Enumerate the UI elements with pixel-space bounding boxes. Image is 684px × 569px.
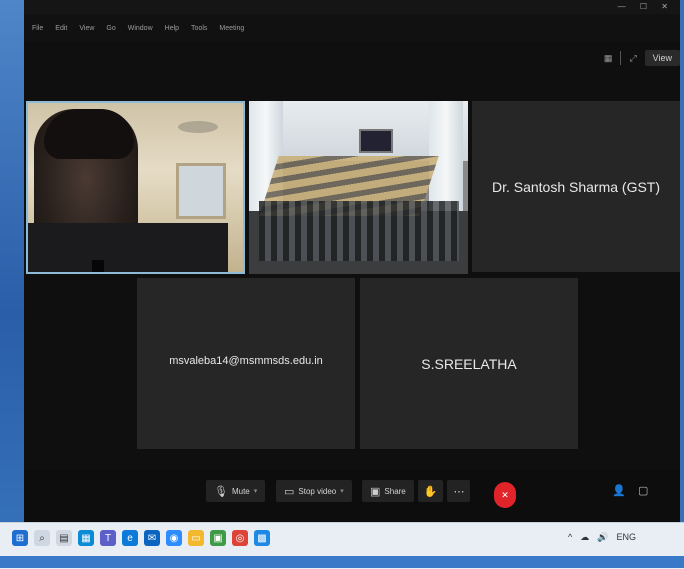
more-icon: ⋯ [453, 485, 465, 498]
expand-icon[interactable]: ⤢ [629, 53, 636, 64]
menu-item[interactable]: Tools [191, 25, 207, 32]
video-tile-self[interactable] [26, 101, 245, 274]
explorer-icon[interactable]: ▦ [78, 530, 94, 546]
tray-chevron-icon[interactable]: ^ [568, 532, 572, 543]
meeting-toolbar [24, 470, 680, 522]
folder-icon[interactable]: ▭ [188, 530, 204, 546]
zoom-icon[interactable]: ◉ [166, 530, 182, 546]
share-button[interactable]: ▣ Share [362, 480, 414, 502]
end-call-button[interactable]: ✕ [494, 482, 516, 508]
share-label: Share [384, 486, 406, 496]
participant-name: msvaleba14@msmmsds.edu.in [169, 354, 323, 367]
menu-item[interactable]: Go [106, 25, 115, 32]
mute-button[interactable]: 🎙 Mute ▾ [206, 480, 266, 502]
video-tile-santosh[interactable]: Dr. Santosh Sharma (GST) [472, 101, 680, 272]
start-icon[interactable]: ⊞ [12, 530, 28, 546]
video-tile-email[interactable]: msvaleba14@msmmsds.edu.in [137, 278, 355, 449]
ceiling-fan-image [178, 121, 218, 133]
menu-item[interactable]: File [32, 25, 43, 32]
video-control: ▭ Stop video ▾ [276, 480, 352, 502]
mute-label: Mute [231, 486, 250, 496]
video-tile-classroom[interactable] [249, 101, 468, 274]
menu-item[interactable]: Window [128, 25, 153, 32]
window-controls[interactable]: — ☐ ✕ [618, 0, 674, 14]
participant-name-tag [92, 260, 104, 272]
volume-icon[interactable]: 🔊 [597, 532, 608, 543]
desktop-bottom-edge [0, 556, 684, 568]
person-icon[interactable]: 👤 [612, 484, 626, 497]
cloud-icon[interactable]: ☁ [580, 532, 589, 543]
menu-item[interactable]: Meeting [219, 25, 244, 32]
chevron-down-icon[interactable]: ▾ [340, 487, 344, 495]
more-button[interactable]: ⋯ [447, 480, 471, 502]
camera-icon: ▭ [284, 485, 295, 498]
chrome-icon[interactable]: ◎ [232, 530, 248, 546]
divider [620, 51, 622, 65]
share-control: ▣ Share ✋ ⋯ [362, 480, 471, 502]
language-indicator[interactable]: ENG [616, 532, 636, 543]
shirt-shape [28, 223, 228, 272]
video-label: Stop video [298, 486, 337, 496]
menu-item[interactable]: View [79, 25, 94, 32]
window-titlebar: — ☐ ✕ [24, 0, 680, 14]
view-button[interactable]: View [644, 50, 680, 66]
window-image [176, 163, 226, 219]
task-view-icon[interactable]: ▤ [56, 530, 72, 546]
chat-icon[interactable]: ▢ [638, 484, 648, 497]
desktop-right-edge [680, 0, 684, 522]
reactions-button[interactable]: ✋ [417, 480, 444, 502]
system-tray: ^ ☁ 🔊 ENG [568, 532, 636, 543]
menu-item[interactable]: Edit [55, 25, 67, 32]
search-icon[interactable]: ⌕ [34, 530, 50, 546]
classroom-board [359, 129, 393, 153]
teams-icon[interactable]: T [100, 530, 116, 546]
browser-icon[interactable]: e [122, 530, 138, 546]
stop-video-button[interactable]: ▭ Stop video ▾ [276, 480, 352, 502]
microphone-icon: 🎙 [214, 485, 228, 498]
hair-shape [44, 109, 134, 159]
app-icon[interactable]: ▩ [254, 530, 270, 546]
video-tile-sreelatha[interactable]: S.SREELATHA [360, 278, 578, 449]
share-screen-icon: ▣ [370, 485, 381, 498]
meeting-window: — ☐ ✕ File Edit View Go Window Help Tool… [24, 0, 680, 522]
view-controls: ▦ ⤢ View [604, 46, 680, 70]
hand-icon: ✋ [423, 485, 438, 498]
participant-name: Dr. Santosh Sharma (GST) [491, 178, 661, 195]
mail-icon[interactable]: ✉ [144, 530, 160, 546]
menubar: File Edit View Go Window Help Tools Meet… [24, 14, 680, 42]
mute-control: 🎙 Mute ▾ [206, 480, 266, 502]
menu-item[interactable]: Help [165, 25, 179, 32]
participant-name: S.SREELATHA [421, 355, 517, 372]
desktop-left-edge [0, 0, 24, 522]
classroom-chairs [259, 201, 459, 261]
store-icon[interactable]: ▣ [210, 530, 226, 546]
grid-icon[interactable]: ▦ [604, 53, 613, 64]
chevron-down-icon[interactable]: ▾ [254, 487, 258, 495]
